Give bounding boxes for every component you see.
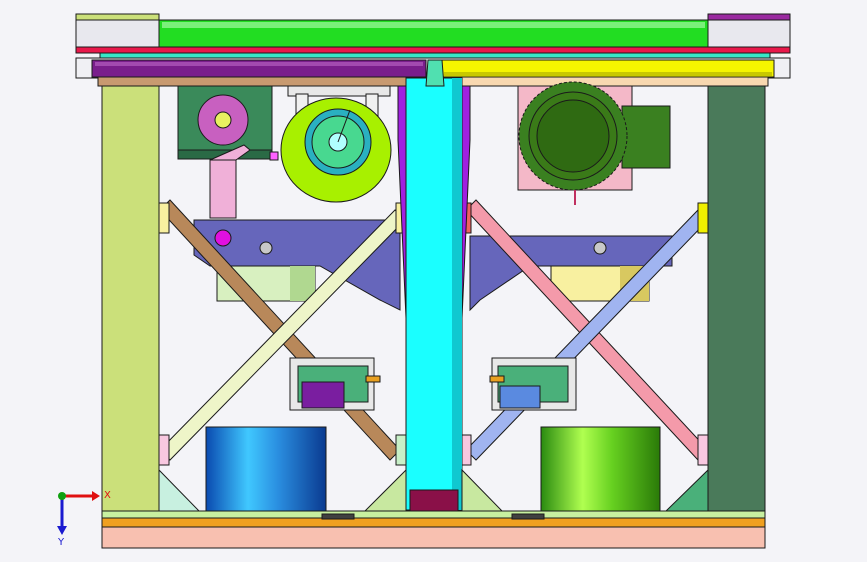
base-top-strip [101,510,766,519]
beam-lower-left [97,76,427,87]
beam-lower-right [441,76,769,87]
triad-origin [58,492,66,500]
pink-pin [214,229,232,247]
left-gearbox-hub [214,111,232,129]
pink-screw [269,151,279,161]
drum-green [540,426,661,518]
mech-right-block [499,385,541,409]
gusset-center-right [461,468,505,513]
left-link-arm [209,159,237,219]
base-clip-right [511,513,545,520]
mech-left-bolt [365,375,381,383]
right-drive [517,81,671,205]
hole-right [593,241,607,255]
purple-beam-highlight [95,62,423,66]
gusset-right [663,468,709,513]
cad-assembly-view: X Y [57,13,791,549]
mech-left-block [301,381,345,409]
motor-terminal-box [621,105,671,169]
brace-foot-lb [158,434,170,466]
top-frame-right [707,19,791,48]
top-frame-left [75,19,160,48]
base-pink [101,526,766,549]
x-arrow-head [92,491,100,501]
center-column-group [397,59,471,513]
y-axis-label: Y [57,537,65,548]
yellow-beam-shadow [444,72,772,76]
drum-blue [205,426,327,518]
top-right-tab [707,13,791,21]
base-orange [101,517,766,528]
right-column [707,85,766,512]
brace-foot-rrt [697,202,709,234]
left-column [101,85,160,512]
brace-foot-lt [158,202,170,234]
center-column-shade [452,78,462,510]
gusset-center-left [362,468,407,513]
cyan-strip [99,52,771,59]
left-drive [177,85,392,219]
y-arrow-head [57,526,67,535]
mech-right-bolt [489,375,505,383]
top-green-plate-highlight [162,22,705,28]
motor-face-inner [536,99,610,173]
center-foot [409,489,459,513]
hole-left [259,241,273,255]
brace-foot-cb [395,434,407,466]
brace-foot-rrb [697,434,709,466]
red-bar [75,46,791,54]
top-left-tab [75,13,160,21]
base-clip-left [321,513,355,520]
gusset-left [158,468,202,513]
x-axis-label: X [104,490,111,501]
center-collar [425,59,445,87]
